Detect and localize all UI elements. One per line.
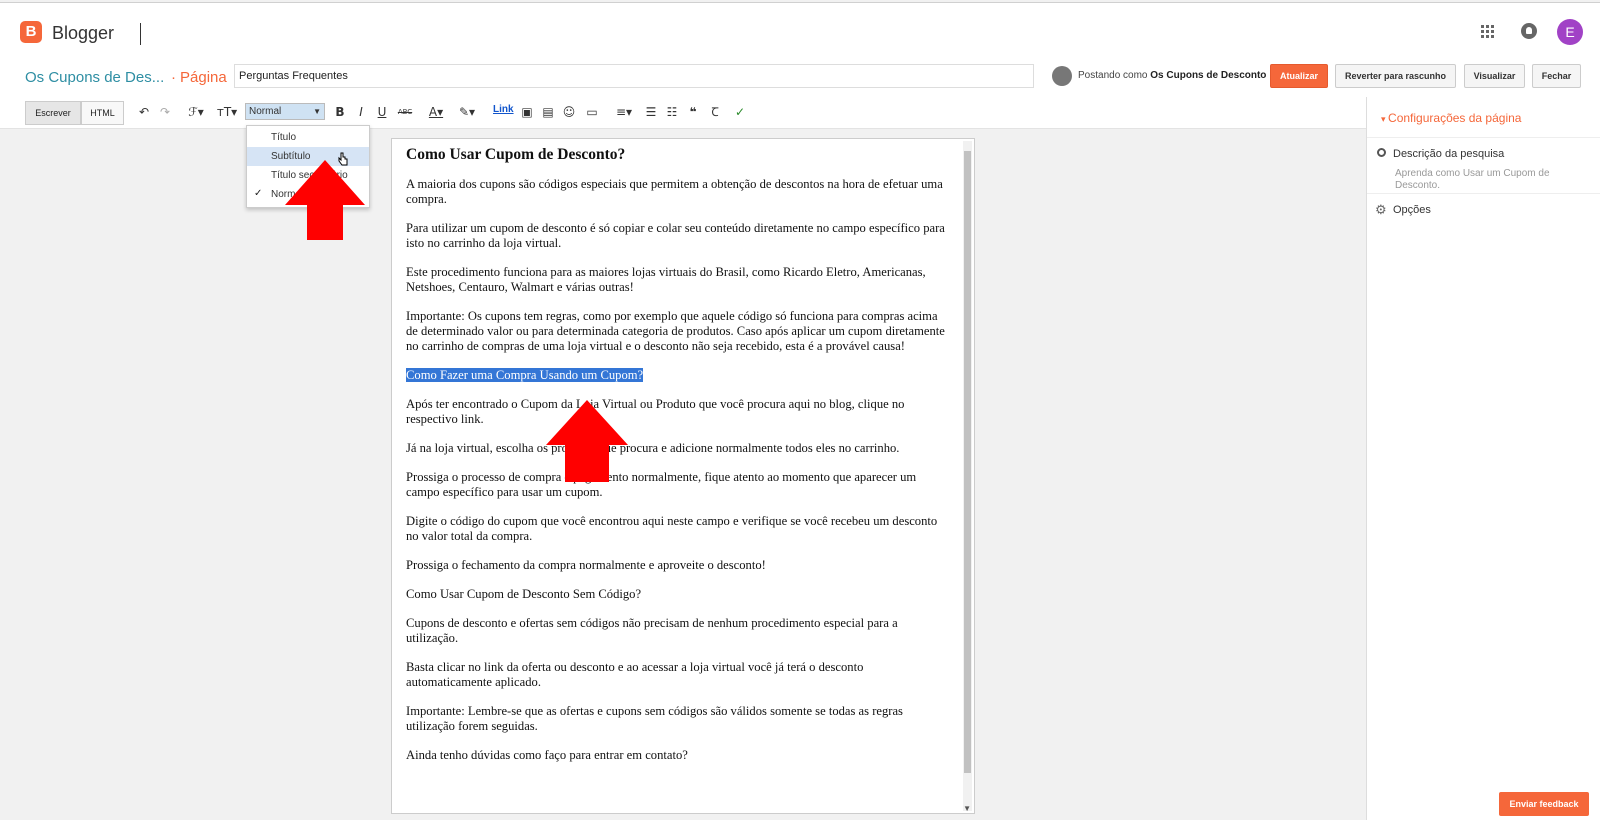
content-paragraph: Ainda tenho dúvidas como faço para entra… (406, 748, 688, 762)
undo-icon[interactable]: ↶ (137, 104, 151, 120)
annotation-arrow-up-icon (546, 400, 628, 482)
font-family-icon[interactable]: ℱ▾ (184, 104, 208, 120)
content-paragraph: Este procedimento funciona para as maior… (406, 265, 926, 294)
spellcheck-icon[interactable]: ✓ (733, 104, 747, 120)
search-icon (1377, 148, 1386, 157)
notifications-bell-icon[interactable] (1521, 23, 1537, 39)
bulleted-list-icon[interactable]: ☷ (665, 104, 679, 120)
posting-as-text: Postando como Os Cupons de Desconto (1078, 70, 1266, 81)
user-avatar[interactable]: E (1557, 19, 1583, 45)
format-option-heading[interactable]: Título (247, 128, 369, 147)
content-paragraph: Prossiga o processo de compra e pagament… (406, 470, 917, 499)
revert-to-draft-button[interactable]: Reverter para rascunho (1335, 64, 1456, 88)
underline-icon[interactable]: U (376, 104, 388, 120)
update-button[interactable]: Atualizar (1270, 64, 1328, 88)
page-settings-panel: ▾ Configurações da página Descrição da p… (1366, 97, 1600, 820)
compose-mode-tab[interactable]: Escrever (25, 101, 81, 125)
search-description-label: Descrição da pesquisa (1393, 148, 1505, 160)
app-header: B Blogger E (0, 2, 1600, 55)
content-paragraph: Basta clicar no link da oferta ou descon… (406, 660, 864, 689)
poster-avatar (1052, 66, 1072, 86)
editor-scrollbar[interactable] (963, 141, 972, 811)
apps-grid-icon[interactable] (1481, 25, 1495, 39)
close-button[interactable]: Fechar (1532, 64, 1581, 88)
format-select[interactable]: Normal ▼ (245, 103, 325, 120)
italic-icon[interactable]: I (355, 104, 367, 120)
blogger-logo-icon[interactable]: B (20, 21, 42, 43)
highlight-color-icon[interactable]: ✎▾ (455, 104, 479, 120)
collapse-triangle-icon: ▾ (1381, 114, 1389, 124)
content-paragraph: A maioria dos cupons são códigos especia… (406, 177, 943, 206)
content-paragraph: Cupons de desconto e ofertas sem códigos… (406, 616, 898, 645)
numbered-list-icon[interactable]: ☰ (644, 104, 658, 120)
quote-icon[interactable]: ❝ (686, 104, 700, 120)
search-description-value: Aprenda como Usar um Cupom de Desconto. (1395, 168, 1550, 191)
search-description-row[interactable]: Descrição da pesquisa Aprenda como Usar … (1367, 137, 1600, 193)
editor-content[interactable]: Como Usar Cupom de Desconto? A maioria d… (406, 147, 946, 777)
send-feedback-button[interactable]: Enviar feedback (1499, 792, 1589, 816)
format-select-value: Normal (249, 106, 282, 117)
insert-jump-break-icon[interactable]: ▭ (585, 104, 599, 120)
page-settings-title: Configurações da página (1388, 111, 1522, 125)
insert-emoji-icon[interactable]: ☺ (562, 104, 576, 120)
content-paragraph: Como Usar Cupom de Desconto Sem Código? (406, 587, 642, 601)
content-paragraph: Importante: Lembre-se que as ofertas e c… (406, 704, 903, 733)
hand-cursor-icon (338, 152, 348, 166)
brand-name[interactable]: Blogger (52, 23, 114, 44)
chevron-down-icon: ▼ (313, 107, 321, 116)
bold-icon[interactable]: B (334, 104, 346, 120)
selected-paragraph: Como Fazer uma Compra Usando um Cupom? (406, 368, 946, 383)
post-title-bar: Os Cupons de Des... · Página Postando co… (0, 55, 1600, 97)
page-settings-header[interactable]: ▾ Configurações da página (1381, 111, 1521, 125)
alignment-icon[interactable]: ≡▾ (612, 104, 636, 120)
redo-icon[interactable]: ↷ (158, 104, 172, 120)
html-mode-tab[interactable]: HTML (81, 101, 124, 125)
posting-as-prefix: Postando como (1078, 70, 1148, 81)
clear-formatting-icon[interactable]: Ꞇ (708, 104, 722, 120)
insert-video-icon[interactable]: ▤ (541, 104, 555, 120)
text-color-icon[interactable]: A▾ (425, 104, 447, 120)
page-title-input[interactable] (234, 64, 1034, 88)
post-editor[interactable]: Como Usar Cupom de Desconto? A maioria d… (391, 138, 975, 814)
content-paragraph: Importante: Os cupons tem regras, como p… (406, 309, 945, 353)
insert-link-button[interactable]: Link (493, 104, 514, 115)
posting-as-name: Os Cupons de Desconto (1150, 70, 1267, 81)
scrollbar-thumb[interactable] (964, 151, 971, 773)
content-paragraph: Após ter encontrado o Cupom da Loja Virt… (406, 397, 905, 426)
editor-toolbar: Escrever HTML ↶ ↷ ℱ▾ ᴛT▾ Normal ▼ B I U … (0, 97, 1366, 129)
content-paragraph: Já na loja virtual, escolha os produtos … (406, 441, 900, 455)
breadcrumb-separator: · (171, 69, 176, 86)
strikethrough-icon[interactable]: ABC (397, 104, 413, 120)
preview-button[interactable]: Visualizar (1464, 64, 1525, 88)
annotation-arrow-up-icon (285, 160, 365, 240)
scroll-down-arrow-icon[interactable]: ▼ (963, 804, 971, 813)
text-selection: Como Fazer uma Compra Usando um Cupom? (406, 368, 644, 382)
options-row[interactable]: ⚙ Opções (1367, 193, 1600, 227)
header-divider (140, 23, 141, 45)
insert-image-icon[interactable]: ▣ (520, 104, 534, 120)
gear-icon: ⚙ (1375, 202, 1387, 217)
page-type-label: Página (180, 69, 227, 86)
content-paragraph: Para utilizar um cupom de desconto é só … (406, 221, 945, 250)
content-paragraph: Prossiga o fechamento da compra normalme… (406, 558, 766, 572)
font-size-icon[interactable]: ᴛT▾ (214, 104, 240, 120)
blog-title-link[interactable]: Os Cupons de Des... (25, 69, 164, 86)
content-heading: Como Usar Cupom de Desconto? (406, 146, 626, 163)
options-label: Opções (1393, 204, 1431, 216)
content-paragraph: Digite o código do cupom que você encont… (406, 514, 938, 543)
